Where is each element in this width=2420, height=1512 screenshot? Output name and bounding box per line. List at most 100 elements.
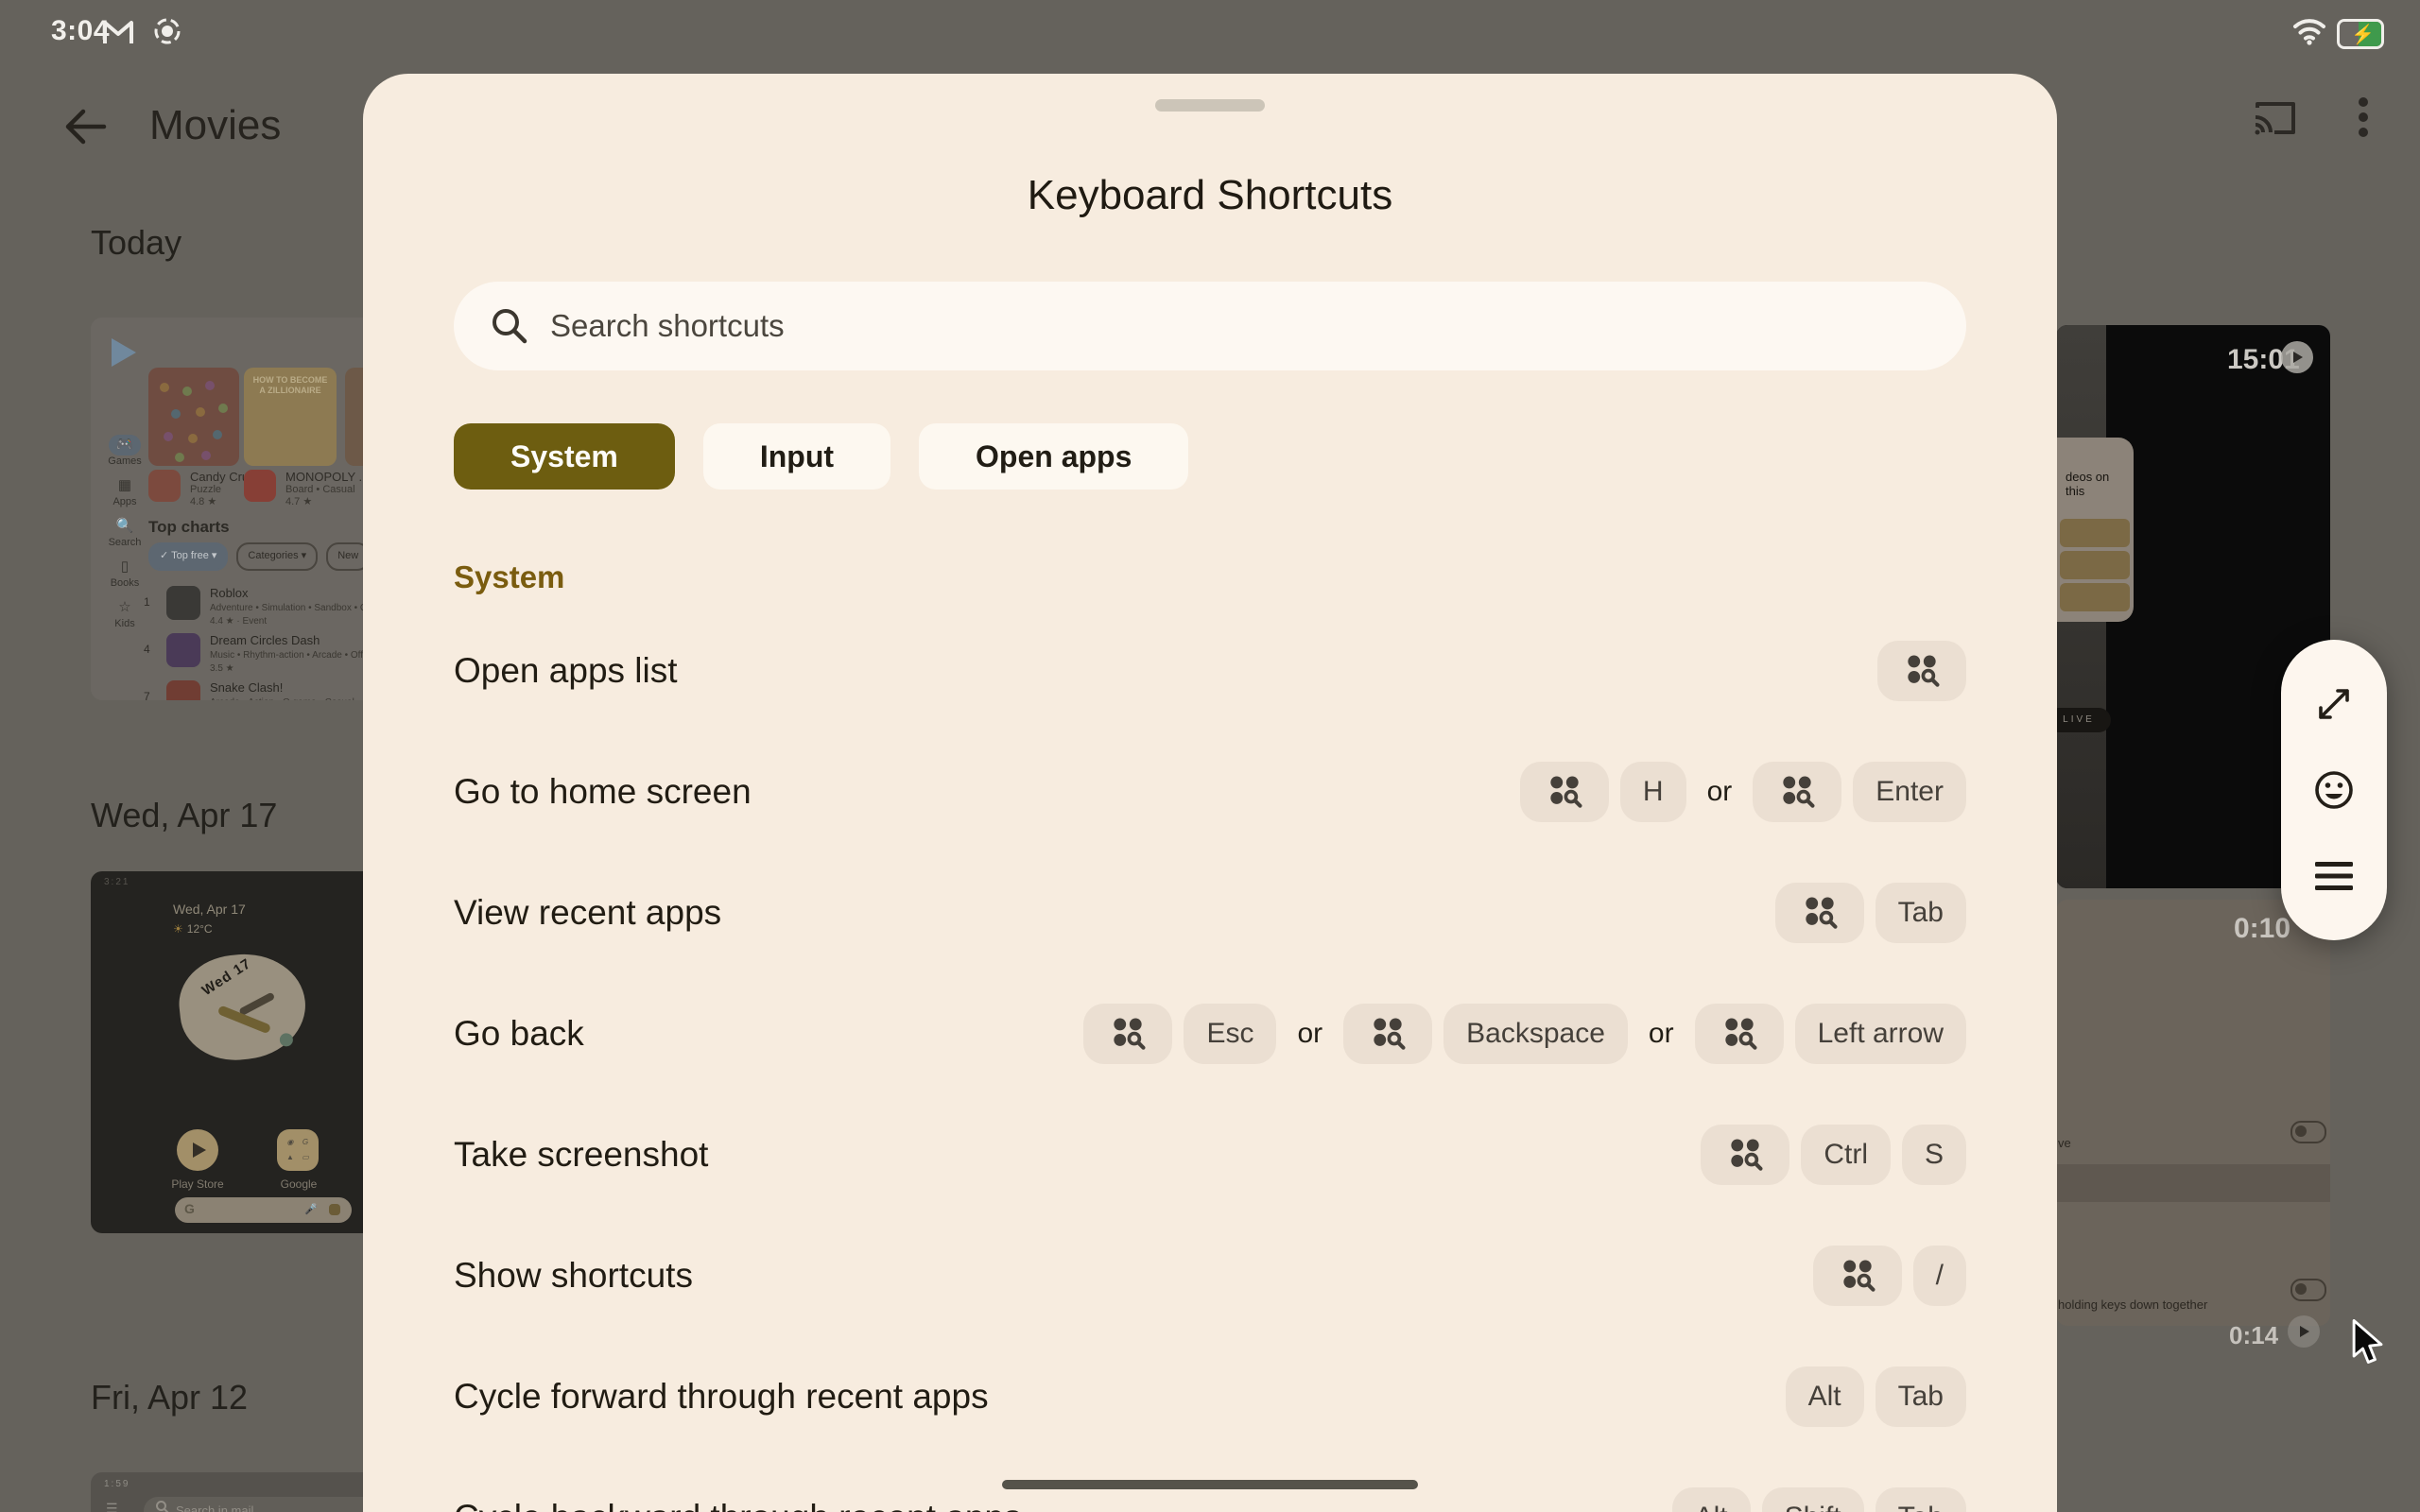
shortcut-row-cycle-forward-through-recent-apps: Cycle forward through recent apps Alt Tab xyxy=(454,1336,1966,1457)
key-ctrl: Ctrl xyxy=(1801,1125,1891,1185)
filter-chip-system[interactable]: System xyxy=(454,423,675,490)
meta-key xyxy=(1701,1125,1790,1185)
video-duration: 0:14 xyxy=(2229,1321,2279,1349)
shortcut-row-take-screenshot: Take screenshot Ctrl S xyxy=(454,1094,1966,1215)
shortcut-keys: Alt Tab xyxy=(1785,1366,1966,1427)
overlay-card-row xyxy=(2060,583,2130,611)
search-input[interactable] xyxy=(550,298,1966,354)
shortcut-keys: Alt Shift Tab xyxy=(1671,1487,1966,1512)
shortcut-keys: Tab xyxy=(1774,883,1966,943)
shortcut-label: Cycle forward through recent apps xyxy=(454,1377,989,1416)
google-folder-label: Google xyxy=(280,1177,318,1191)
meta-key xyxy=(1519,762,1609,822)
meta-key-icon xyxy=(1550,776,1582,808)
battery-icon: ⚡ xyxy=(2337,19,2384,49)
chart-app-name: Dream Circles Dash xyxy=(210,633,320,647)
key-h: H xyxy=(1619,762,1686,822)
emoji-button[interactable] xyxy=(2281,747,2387,833)
cast-icon[interactable] xyxy=(2252,98,2297,141)
key-esc: Esc xyxy=(1184,1004,1277,1064)
overlay-card-row xyxy=(2060,519,2130,547)
settings-row-text: holding keys down together xyxy=(2058,1297,2208,1312)
expand-button[interactable] xyxy=(2281,662,2387,747)
home-search-bar: G 🎤 xyxy=(175,1197,352,1223)
keyboard-shortcuts-sheet: Keyboard Shortcuts System Input Open apps … xyxy=(363,74,2057,1512)
search-icon xyxy=(493,309,527,344)
meta-key xyxy=(1877,641,1966,701)
play-button-icon xyxy=(2288,1315,2320,1348)
key-tab: Tab xyxy=(1875,883,1966,943)
chart-app-genre: Arcade • Action • O game • Casual xyxy=(210,697,354,700)
search-bar[interactable] xyxy=(454,282,1966,370)
menu-button[interactable] xyxy=(2281,833,2387,919)
play-store-app-icon xyxy=(177,1129,218,1171)
scroll-indicator[interactable] xyxy=(1002,1480,1418,1489)
shortcut-row-open-apps-list: Open apps list xyxy=(454,610,1966,731)
key-shift: Shift xyxy=(1761,1487,1864,1512)
key-s: S xyxy=(1901,1125,1966,1185)
settings-divider-band xyxy=(2056,1164,2330,1202)
back-button[interactable] xyxy=(60,106,110,147)
shortcut-row-go-back: Go back Esc or Backspace or Left arrow xyxy=(454,973,1966,1094)
google-g-icon: G xyxy=(184,1201,195,1216)
shortcut-keys xyxy=(1877,641,1966,701)
key-left-arrow: Left arrow xyxy=(1794,1004,1966,1064)
meta-key-icon xyxy=(1114,1018,1147,1050)
key-alt: Alt xyxy=(1785,1366,1864,1427)
sheet-title: Keyboard Shortcuts xyxy=(1027,172,1393,218)
filter-chip-input[interactable]: Input xyxy=(702,423,891,490)
mic-icon: 🎤 xyxy=(304,1204,318,1215)
app-genre: Board • Casual xyxy=(285,484,355,495)
home-status-text: 3:21 xyxy=(104,877,130,887)
chart-app-rating: 3.5 ★ xyxy=(210,663,234,674)
overflow-menu-icon[interactable] xyxy=(2358,96,2369,143)
chart-app-icon xyxy=(166,586,200,620)
top-charts-title: Top charts xyxy=(148,518,230,536)
key-alt: Alt xyxy=(1671,1487,1751,1512)
play-nav-icon: 🎮 xyxy=(109,435,141,455)
shortcut-row-show-shortcuts: Show shortcuts / xyxy=(454,1215,1966,1336)
settings-row-text: ve xyxy=(2058,1136,2071,1150)
chart-app-texts: Snake Clash! Arcade • Action • O game • C… xyxy=(210,680,354,700)
play-store-logo-icon xyxy=(112,338,136,367)
game-card-monopoly: HOW TO BECOME A ZILLIONAIRE xyxy=(244,368,337,466)
shortcut-label: Show shortcuts xyxy=(454,1256,693,1295)
shortcut-row-go-to-home-screen: Go to home screen Hor Enter xyxy=(454,731,1966,852)
key-: / xyxy=(1912,1246,1966,1306)
meta-key xyxy=(1343,1004,1433,1064)
meta-key-icon xyxy=(1724,1018,1757,1050)
key-tab: Tab xyxy=(1875,1487,1966,1512)
date-header-wed: Wed, Apr 17 xyxy=(91,796,278,834)
key-enter: Enter xyxy=(1853,762,1966,822)
app-rating: 4.7 ★ xyxy=(285,496,313,507)
live-badge: LIVE xyxy=(2056,708,2111,732)
menu-icon: ☰ xyxy=(106,1501,118,1512)
toggle-switch-off xyxy=(2290,1121,2326,1143)
chart-app-name: Snake Clash! xyxy=(210,680,284,695)
featured-app-monopoly: MONOPOLY ... Board • Casual 4.7 ★ xyxy=(244,470,369,507)
play-nav-apps: ▦ Apps xyxy=(98,475,151,507)
drag-handle[interactable] xyxy=(1155,99,1265,112)
candy-art xyxy=(160,383,169,392)
meta-key-icon xyxy=(1805,897,1838,929)
play-nav-label: Games xyxy=(108,455,142,467)
home-weather-widget: ☀ 12°C xyxy=(173,922,213,936)
status-time: 3:04 xyxy=(51,15,111,46)
play-nav-label: Apps xyxy=(112,496,137,507)
filter-chip-open-apps[interactable]: Open apps xyxy=(919,423,1189,490)
chart-rank: 7 xyxy=(144,690,150,700)
gmail-notification-icon xyxy=(102,19,134,50)
chart-app-icon xyxy=(166,680,200,700)
chart-app-icon xyxy=(166,633,200,667)
folder-mini-icons: ◉ G ▲ ▭ xyxy=(286,1138,309,1161)
shortcut-row-view-recent-apps: View recent apps Tab xyxy=(454,852,1966,973)
shortcut-list: Open apps list Go to home screen Hor Enter V… xyxy=(454,610,1966,1512)
play-nav-label: Search xyxy=(108,537,142,548)
screen-record-icon xyxy=(153,17,182,50)
overlay-card-text: deos on this xyxy=(2066,470,2110,498)
or-label: or xyxy=(1297,1018,1323,1049)
meta-key-icon xyxy=(1374,1018,1406,1050)
clock-hour-hand xyxy=(238,991,276,1017)
date-header-today: Today xyxy=(91,223,182,262)
meta-key xyxy=(1812,1246,1902,1306)
